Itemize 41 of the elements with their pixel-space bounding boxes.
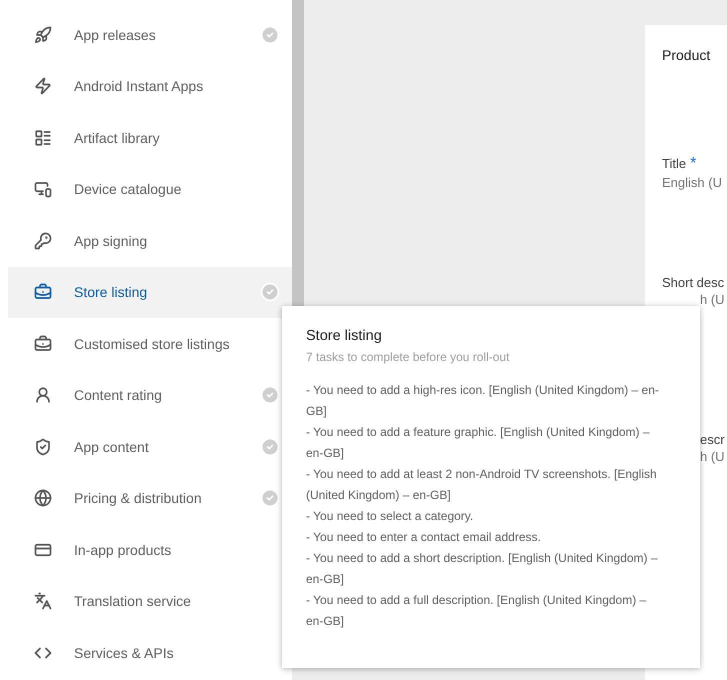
sidebar-item[interactable]: Device catalogue	[8, 164, 292, 215]
translate-icon	[34, 592, 52, 610]
key-icon	[34, 232, 52, 250]
sidebar-item[interactable]: App releases	[8, 9, 292, 60]
sidebar-item[interactable]: Services & APIs	[8, 627, 292, 678]
sidebar-item[interactable]: Pricing & distribution	[8, 472, 292, 524]
person-icon	[34, 386, 52, 404]
task-text: - You need to add a high-res icon. [English (United Kingdom) – en-GB]	[306, 382, 660, 420]
sidebar-item[interactable]: In-app products	[8, 524, 292, 576]
field-label: Short desc	[662, 275, 724, 290]
sidebar-item[interactable]: App signing	[8, 215, 292, 266]
device-icon	[34, 180, 52, 198]
sidebar-item[interactable]: App content	[8, 421, 292, 472]
field-hint: h (U	[700, 449, 725, 464]
sidebar-item[interactable]: Translation service	[8, 576, 292, 627]
lightning-icon	[34, 77, 52, 96]
required-mark: *	[690, 155, 696, 173]
sidebar-item[interactable]: Content rating	[8, 370, 292, 421]
rocket-icon	[34, 26, 52, 44]
field-label: escr	[700, 432, 725, 447]
globe-icon	[34, 489, 52, 508]
sidebar-item[interactable]: Android Instant Apps	[8, 60, 292, 112]
field-hint: English (U	[662, 175, 722, 190]
briefcase-icon	[34, 283, 52, 302]
field-label: Title	[662, 156, 686, 171]
popup-title: Store listing	[306, 328, 383, 344]
task-text: - You need to add a feature graphic. [English (United Kingdom) – en-GB]	[306, 424, 651, 462]
task-text: - You need to add a short description. [English (United Kingdom) – en-GB]	[306, 550, 659, 588]
shield-check-icon	[34, 438, 52, 456]
task-text: - You need to add a full description. [English (United Kingdom) – en-GB]	[306, 592, 648, 630]
briefcase-icon	[34, 334, 52, 353]
popup-subtitle: 7 tasks to complete before you roll-out	[306, 350, 510, 364]
grid-list-icon	[34, 128, 52, 147]
sidebar-item[interactable]: Artifact library	[8, 112, 292, 164]
task-text: - You need to add at least 2 non-Android TV screenshots. [English (United Kingdom) – en-GB]	[306, 466, 658, 504]
sidebar-item[interactable]: Customised store listings	[8, 318, 292, 370]
card-heading: Product	[662, 47, 710, 63]
field-hint: h (U	[700, 292, 725, 307]
sidebar-item[interactable]: Store listing	[8, 266, 292, 318]
task-text: - You need to enter a contact email address.	[306, 529, 542, 546]
task-text: - You need to select a category.	[306, 508, 474, 525]
